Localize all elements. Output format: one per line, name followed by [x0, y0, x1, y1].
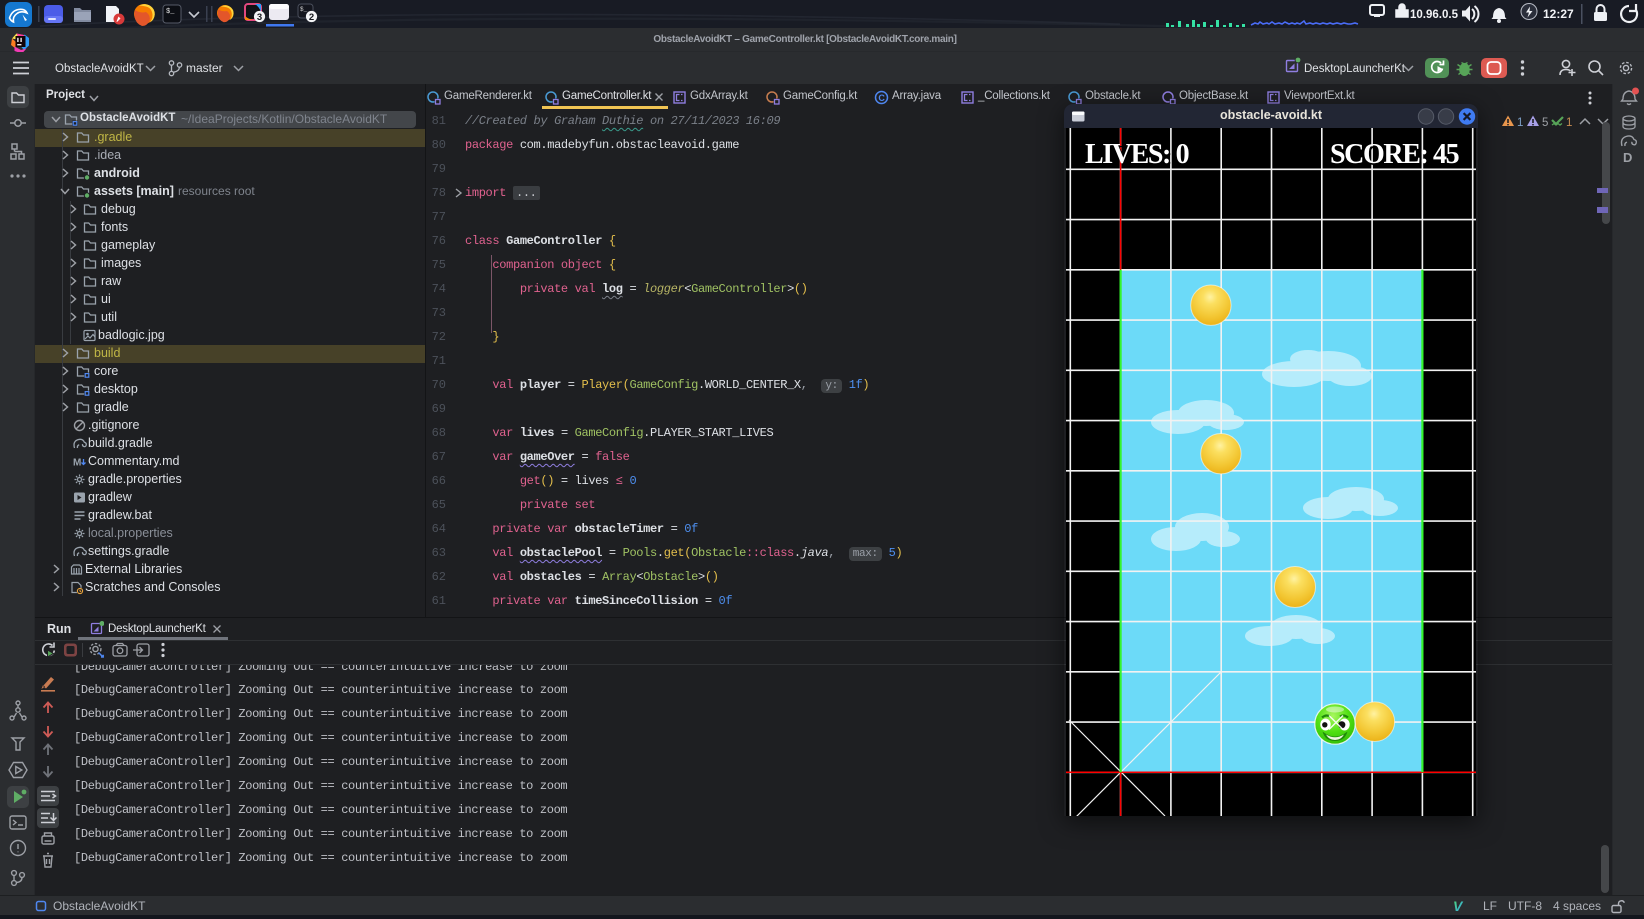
svg-text:2: 2 — [309, 12, 314, 23]
svg-text:$_: $_ — [166, 8, 175, 16]
svg-text:$_: $_ — [300, 6, 308, 13]
svg-text:V: V — [1453, 899, 1464, 913]
svg-text:5: 5 — [1542, 117, 1548, 129]
svg-text:DesktopLauncherKt: DesktopLauncherKt — [1304, 63, 1406, 75]
svg-text:12:27: 12:27 — [1543, 7, 1574, 21]
svg-text:3: 3 — [257, 12, 262, 23]
svg-text:1: 1 — [1517, 117, 1523, 129]
svg-text:ObstacleAvoidKT: ObstacleAvoidKT — [55, 63, 144, 75]
svg-text:10.96.0.5: 10.96.0.5 — [1410, 9, 1459, 21]
svg-text:SCORE: 45: SCORE: 45 — [1330, 139, 1459, 170]
svg-text:master: master — [186, 61, 223, 75]
svg-text:LIVES: 0: LIVES: 0 — [1085, 139, 1189, 170]
svg-text:D: D — [1623, 150, 1632, 165]
svg-text:1: 1 — [1566, 117, 1572, 129]
